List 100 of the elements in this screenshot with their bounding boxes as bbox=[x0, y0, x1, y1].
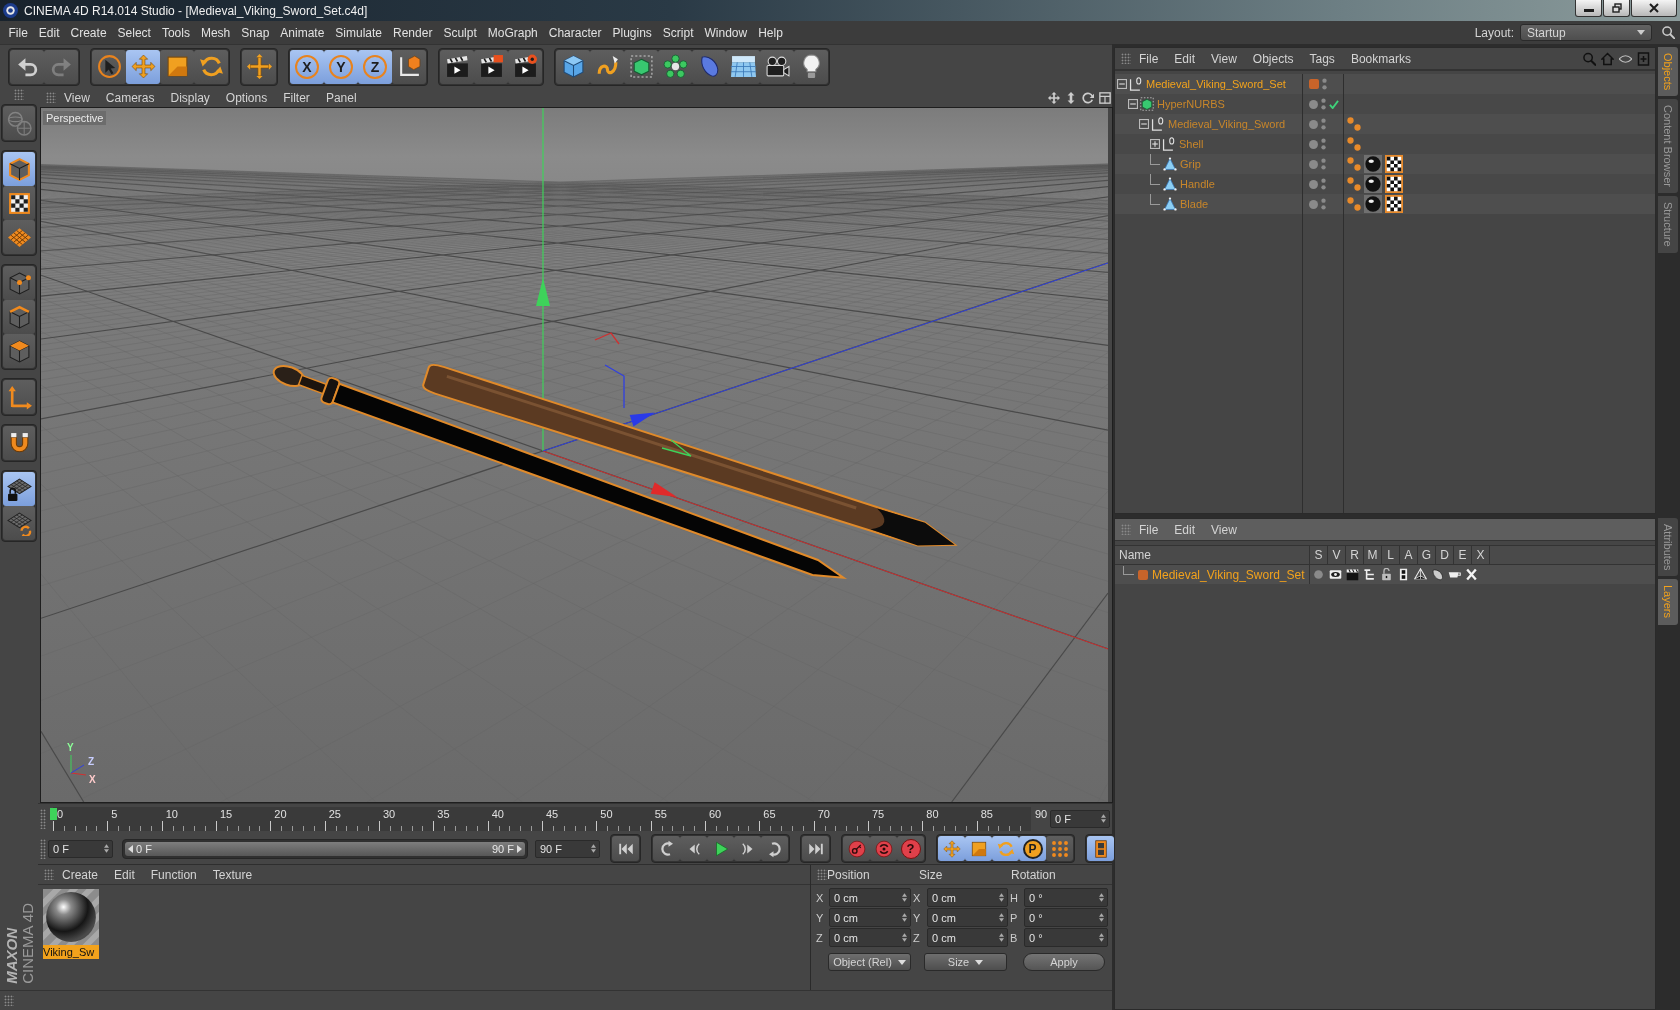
render-view-button[interactable] bbox=[440, 49, 474, 84]
menu-item[interactable]: MoGraph bbox=[482, 25, 544, 40]
grip-icon[interactable] bbox=[1121, 53, 1131, 64]
playhead[interactable] bbox=[50, 807, 57, 820]
scale-tool-button[interactable] bbox=[160, 49, 194, 84]
rotate-tool-button[interactable] bbox=[194, 49, 228, 84]
cube-button[interactable] bbox=[556, 49, 590, 84]
record-keys-button[interactable] bbox=[843, 836, 870, 861]
menu-item[interactable]: Snap bbox=[235, 25, 275, 40]
rotate-view-icon[interactable] bbox=[1082, 91, 1094, 104]
move-tool-button[interactable] bbox=[126, 49, 160, 84]
menu-item[interactable]: Function bbox=[142, 867, 205, 882]
column-header[interactable]: D bbox=[1436, 546, 1454, 564]
checker-tag-icon[interactable] bbox=[1385, 155, 1403, 173]
balls-tag-icon[interactable] bbox=[1347, 157, 1361, 171]
search-icon[interactable] bbox=[1662, 26, 1675, 39]
menu-item[interactable]: Create bbox=[65, 25, 113, 40]
layer-dot-icon[interactable] bbox=[1309, 159, 1318, 169]
position-field[interactable]: 0 cm bbox=[829, 888, 911, 907]
object-name[interactable]: Medieval_Viking_Sword_Set bbox=[1146, 78, 1286, 90]
grip-icon[interactable] bbox=[40, 838, 46, 859]
coordinate-mode-dropdown[interactable]: Object (Rel) bbox=[828, 953, 911, 971]
sphere-tag-icon[interactable] bbox=[1364, 155, 1382, 173]
menu-item[interactable]: Create bbox=[54, 867, 107, 882]
polygons-mode-button[interactable] bbox=[3, 334, 35, 368]
size-mode-dropdown[interactable]: Size bbox=[924, 953, 1007, 971]
timeline-ruler[interactable]: 0 5 10 15 20 25 30 35 40 45 50 55 60 65 70 75 80 85 90 bbox=[48, 806, 1048, 831]
eye-icon[interactable] bbox=[1329, 568, 1342, 581]
move-gizmo-drawing[interactable] bbox=[536, 278, 692, 497]
menu-item[interactable]: Display bbox=[162, 90, 218, 105]
column-header[interactable]: A bbox=[1400, 546, 1418, 564]
grip-icon[interactable] bbox=[44, 869, 54, 880]
menu-item[interactable]: Select bbox=[112, 25, 157, 40]
menu-item[interactable]: Render bbox=[387, 25, 438, 40]
menu-item[interactable]: Options bbox=[217, 90, 276, 105]
layout-dropdown[interactable]: Startup bbox=[1520, 24, 1652, 41]
side-tab[interactable]: Attributes bbox=[1658, 518, 1678, 577]
rotation-field[interactable]: 0 ° bbox=[1024, 888, 1108, 907]
pyramid-icon[interactable] bbox=[1414, 568, 1427, 581]
move-view-icon[interactable] bbox=[1048, 91, 1060, 104]
visibility-dots-icon[interactable] bbox=[1321, 138, 1326, 150]
restore-button[interactable] bbox=[1603, 0, 1630, 17]
axis-lock-button[interactable]: Z bbox=[358, 49, 392, 84]
menu-item[interactable]: Character bbox=[543, 25, 607, 40]
edges-mode-button[interactable] bbox=[3, 300, 35, 334]
column-header[interactable]: L bbox=[1382, 546, 1400, 564]
lock-workplane-button[interactable] bbox=[3, 472, 35, 506]
column-header[interactable]: V bbox=[1328, 546, 1346, 564]
previous-key-button[interactable] bbox=[653, 836, 680, 861]
clapperboard-icon[interactable] bbox=[1346, 568, 1359, 581]
visibility-dots-icon[interactable] bbox=[1321, 178, 1326, 190]
visibility-dots-icon[interactable] bbox=[1321, 198, 1326, 210]
layer-dot-icon[interactable] bbox=[1309, 119, 1318, 129]
menu-item[interactable]: Sculpt bbox=[437, 25, 483, 40]
menu-item[interactable]: File bbox=[3, 25, 34, 40]
workplane-mode-button[interactable] bbox=[3, 220, 35, 254]
point-level-key-button[interactable] bbox=[1046, 836, 1073, 861]
lens-icon[interactable] bbox=[1619, 54, 1632, 63]
visibility-dots-icon[interactable] bbox=[1321, 158, 1326, 170]
solo-dot-icon[interactable] bbox=[1312, 568, 1325, 581]
menu-item[interactable]: View bbox=[56, 90, 98, 105]
visibility-dots-icon[interactable] bbox=[1321, 98, 1326, 110]
column-header[interactable]: E bbox=[1454, 546, 1472, 564]
layer-dot-icon[interactable] bbox=[1309, 99, 1318, 109]
side-tab[interactable]: Content Browser bbox=[1658, 99, 1678, 194]
menu-item[interactable]: View bbox=[1203, 51, 1245, 66]
menu-item[interactable]: Tools bbox=[156, 25, 196, 40]
column-header[interactable]: X bbox=[1472, 546, 1490, 564]
menu-item[interactable]: Texture bbox=[204, 867, 261, 882]
expand-icon[interactable] bbox=[1150, 139, 1160, 149]
film-strip-icon[interactable] bbox=[1397, 568, 1410, 581]
start-frame-field[interactable]: 0 F bbox=[48, 839, 113, 858]
current-frame-field[interactable]: 0 F bbox=[1050, 809, 1110, 828]
visibility-dots-icon[interactable] bbox=[1322, 78, 1327, 90]
layer-color-swatch[interactable] bbox=[1138, 569, 1148, 580]
keyframe-selection-button[interactable]: ? bbox=[897, 836, 924, 861]
rotation-field[interactable]: 0 ° bbox=[1024, 908, 1108, 927]
menu-item[interactable]: Edit bbox=[106, 867, 143, 882]
minimize-button[interactable] bbox=[1575, 0, 1602, 17]
layer-dot-icon[interactable] bbox=[1309, 139, 1318, 149]
position-field[interactable]: 0 cm bbox=[829, 928, 911, 947]
next-key-button[interactable] bbox=[761, 836, 788, 861]
undo-button[interactable] bbox=[10, 49, 44, 84]
menu-item[interactable]: View bbox=[1203, 522, 1245, 537]
texture-mode-button[interactable] bbox=[3, 186, 35, 220]
model-mode-button[interactable] bbox=[3, 152, 35, 186]
column-header[interactable]: R bbox=[1346, 546, 1364, 564]
menu-item[interactable]: File bbox=[1131, 522, 1167, 537]
size-field[interactable]: 0 cm bbox=[927, 908, 1008, 927]
grip-icon[interactable] bbox=[14, 89, 24, 100]
padlock-icon[interactable] bbox=[1380, 568, 1393, 581]
sphere-tag-icon[interactable] bbox=[1364, 195, 1382, 213]
coordinate-system-button[interactable] bbox=[392, 49, 426, 84]
column-header[interactable]: G bbox=[1418, 546, 1436, 564]
column-header[interactable]: M bbox=[1364, 546, 1382, 564]
collapse-icon[interactable] bbox=[1128, 99, 1138, 109]
grip-icon[interactable] bbox=[4, 995, 14, 1006]
align-workplane-button[interactable] bbox=[3, 506, 35, 540]
checker-tag-icon[interactable] bbox=[1385, 175, 1403, 193]
bent-shape-icon[interactable] bbox=[1431, 568, 1444, 581]
